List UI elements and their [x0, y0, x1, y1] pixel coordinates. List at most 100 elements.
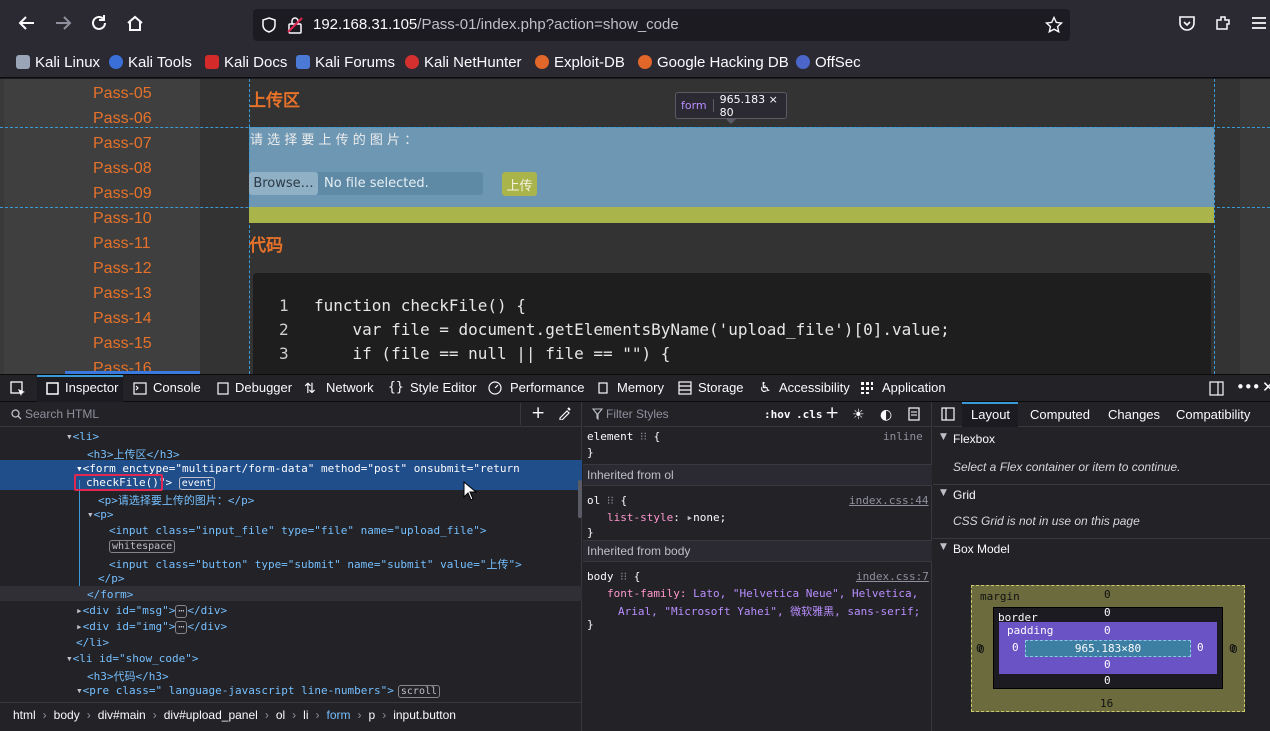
breadcrumb-item[interactable]: body [54, 708, 80, 722]
sidebar-link[interactable]: Pass-14 [93, 310, 152, 328]
dock-side-icon[interactable] [1209, 381, 1224, 400]
rule-declaration[interactable]: list-style: ▸none; [607, 511, 726, 524]
file-input[interactable]: Browse… No file selected. [249, 172, 483, 195]
html-node[interactable]: </form> [87, 588, 133, 601]
hov-toggle[interactable]: :hov [764, 408, 791, 421]
html-node[interactable]: <input class="input_file" type="file" na… [109, 524, 487, 537]
forward-arrow-icon[interactable] [52, 12, 74, 34]
url-bar[interactable]: 192.168.31.105/Pass-01/index.php?action=… [253, 9, 1070, 41]
add-node-icon[interactable]: + [531, 403, 545, 423]
bookmark-kali-docs[interactable]: Kali Docs [205, 52, 287, 72]
tab-layout[interactable]: Layout [971, 407, 1010, 422]
margin-bottom-value[interactable]: 16 [1100, 697, 1113, 710]
sidebar-link[interactable]: Pass-07 [93, 135, 152, 153]
padding-top-value[interactable]: 0 [1104, 624, 1111, 637]
breadcrumb-item[interactable]: form [327, 708, 351, 722]
html-node[interactable]: <input class="button" type="submit" name… [109, 556, 522, 572]
add-rule-icon[interactable]: + [825, 403, 839, 423]
html-node[interactable]: <h3>代码</h3> [87, 668, 169, 684]
bookmark-google-hacking-db[interactable]: Google Hacking DB [638, 52, 789, 72]
html-node[interactable]: </p> [98, 572, 125, 585]
boxmodel-content[interactable]: 965.183×80 [1025, 640, 1191, 657]
breadcrumb-item[interactable]: div#upload_panel [164, 708, 258, 722]
sidebar-link[interactable]: Pass-06 [93, 110, 152, 128]
extensions-icon[interactable] [1212, 12, 1234, 34]
html-node[interactable]: <p>请选择要上传的图片：</p> [98, 492, 254, 508]
bookmark-kali-nethunter[interactable]: Kali NetHunter [405, 52, 522, 72]
more-options-icon[interactable]: ••• [1236, 378, 1261, 396]
bookmark-kali-forums[interactable]: Kali Forums [296, 52, 395, 72]
markup-scrollbar[interactable] [578, 480, 582, 518]
scroll-badge[interactable]: scroll [397, 685, 441, 698]
collapsed-badge[interactable]: ⋯ [175, 621, 188, 634]
flexbox-section-header[interactable]: ▼ Flexbox [933, 429, 1270, 450]
reload-icon[interactable] [88, 12, 110, 34]
upload-submit-button[interactable]: 上传 [502, 172, 537, 196]
url-text[interactable]: 192.168.31.105/Pass-01/index.php?action=… [313, 16, 679, 33]
sidebar-link[interactable]: Pass-10 [93, 210, 152, 228]
sidebar-link[interactable]: Pass-13 [93, 285, 152, 303]
boxmodel-section-header[interactable]: ▼ Box Model [933, 538, 1270, 559]
padding-right-value[interactable]: 0 [1197, 641, 1204, 654]
contrast-icon[interactable]: ◐ [880, 407, 892, 423]
bookmark-star-icon[interactable] [1044, 15, 1064, 38]
tab-performance[interactable]: Performance [510, 380, 584, 395]
tab-accessibility[interactable]: Accessibility [779, 380, 850, 395]
home-icon[interactable] [124, 12, 146, 34]
html-node[interactable]: ▾<pre class=" language-javascript line-n… [76, 684, 441, 698]
tab-changes[interactable]: Changes [1108, 407, 1160, 422]
rule-source-link[interactable]: index.css:7 [856, 570, 929, 583]
content-size[interactable]: 965.183×80 [1075, 642, 1141, 655]
tab-compatibility[interactable]: Compatibility [1176, 407, 1250, 422]
bookmark-exploit-db[interactable]: Exploit-DB [535, 52, 625, 72]
boxmodel-margin[interactable]: margin 0 0 0 16 border 0 0 0 0 padding 0… [971, 585, 1245, 712]
hamburger-menu-icon[interactable] [1248, 12, 1270, 34]
sidebar-link[interactable]: Pass-09 [93, 185, 152, 203]
html-node[interactable]: </li> [76, 636, 109, 649]
html-node[interactable]: ▸<div id="img"> ⋯ </div> [76, 620, 227, 634]
eyedropper-icon[interactable] [558, 406, 572, 424]
rule-declaration[interactable]: font-family: Lato, "Helvetica Neue", Hel… [607, 587, 918, 600]
bookmark-kali-linux[interactable]: Kali Linux [16, 52, 100, 72]
html-node[interactable]: ▾<li> [66, 430, 99, 443]
padding-bottom-value[interactable]: 0 [1104, 658, 1111, 671]
tab-debugger[interactable]: Debugger [235, 380, 292, 395]
border-right-value[interactable]: 0 [1229, 642, 1236, 655]
shield-icon[interactable] [261, 17, 277, 37]
boxmodel-padding[interactable]: padding 0 0 0 0 965.183×80 [999, 622, 1217, 674]
pocket-icon[interactable] [1176, 12, 1198, 34]
breadcrumb-item[interactable]: div#main [98, 708, 146, 722]
html-node[interactable]: <h3>上传区</h3> [87, 446, 180, 462]
sidebar-link[interactable]: Pass-15 [93, 335, 152, 353]
filter-styles-input[interactable]: Filter Styles [606, 407, 669, 421]
border-top-value[interactable]: 0 [1104, 606, 1111, 619]
breadcrumb-item[interactable]: ol [276, 708, 285, 722]
toggle-pane-icon[interactable] [941, 407, 955, 425]
search-html-input[interactable]: Search HTML [25, 407, 99, 421]
breadcrumb-item[interactable]: li [303, 708, 308, 722]
margin-top-value[interactable]: 0 [1104, 588, 1111, 601]
html-node[interactable]: ▸<div id="msg"> ⋯ </div> [76, 604, 227, 618]
tab-memory[interactable]: Memory [617, 380, 664, 395]
tab-console[interactable]: Console [153, 380, 201, 395]
html-node[interactable]: ▾<li id="show_code"> [66, 652, 198, 665]
tab-storage[interactable]: Storage [698, 380, 744, 395]
html-node[interactable]: whitespace [109, 539, 176, 553]
breadcrumb-item[interactable]: p [369, 708, 376, 722]
insecure-lock-icon[interactable] [287, 16, 303, 38]
close-devtools-icon[interactable]: ✕ [1262, 378, 1270, 396]
element-picker-icon[interactable] [10, 381, 26, 401]
boxmodel-border[interactable]: border 0 0 0 0 padding 0 0 0 0 965.183×8… [976, 606, 1236, 689]
rule-source-link[interactable]: index.css:44 [849, 494, 928, 507]
light-mode-icon[interactable]: ☀ [852, 407, 865, 423]
grid-section-header[interactable]: ▼ Grid [933, 484, 1270, 505]
tab-inspector[interactable]: Inspector [65, 380, 118, 395]
tab-network[interactable]: Network [326, 380, 374, 395]
back-arrow-icon[interactable] [16, 12, 38, 34]
border-left-value[interactable]: 0 [976, 642, 983, 655]
browse-button[interactable]: Browse… [249, 172, 318, 195]
cls-toggle[interactable]: .cls [796, 408, 823, 421]
sidebar-link[interactable]: Pass-12 [93, 260, 152, 278]
sidebar-link[interactable]: Pass-11 [93, 235, 151, 253]
sidebar-link[interactable]: Pass-05 [93, 85, 152, 103]
